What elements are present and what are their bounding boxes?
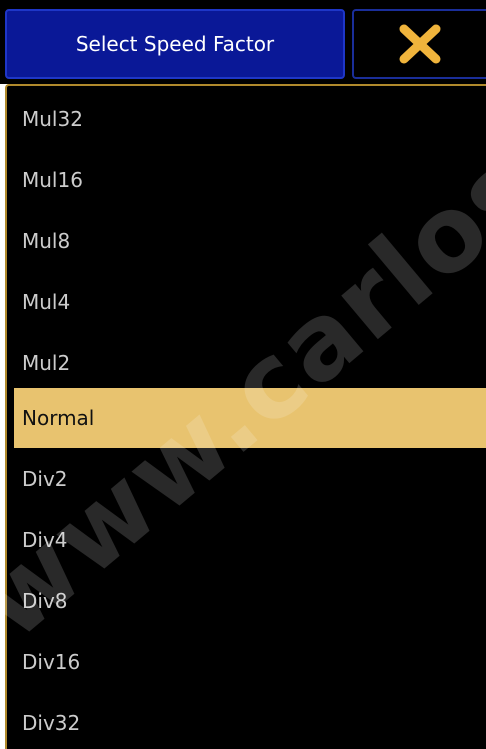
list-item-label: Div4 [22,528,68,552]
list-item-label: Normal [22,406,95,430]
list-item-mul4[interactable]: Mul4 [14,272,486,332]
speed-factor-list: Mul32 Mul16 Mul8 Mul4 Mul2 Normal Div2 D… [5,84,486,749]
dialog-title-label: Select Speed Factor [75,32,275,56]
list-item-div16[interactable]: Div16 [14,632,486,692]
list-item-mul2[interactable]: Mul2 [14,333,486,393]
list-item-div2[interactable]: Div2 [14,449,486,509]
list-item-label: Div2 [22,467,68,491]
dialog-title: Select Speed Factor [5,9,345,79]
list-item-label: Div8 [22,589,68,613]
list-item-label: Div32 [22,711,81,735]
list-item-normal[interactable]: Normal [14,388,486,448]
list-item-label: Mul16 [22,168,83,192]
list-item-mul8[interactable]: Mul8 [14,211,486,271]
dialog-header: Select Speed Factor [0,0,486,84]
list-item-div8[interactable]: Div8 [14,571,486,631]
list-item-div4[interactable]: Div4 [14,510,486,570]
list-item-div32[interactable]: Div32 [14,693,486,749]
list-item-label: Mul2 [22,351,71,375]
list-item-label: Mul4 [22,290,71,314]
list-item-label: Mul8 [22,229,71,253]
list-item-mul16[interactable]: Mul16 [14,150,486,210]
list-item-mul32[interactable]: Mul32 [14,89,486,149]
list-item-label: Mul32 [22,107,83,131]
list-item-label: Div16 [22,650,81,674]
close-button[interactable] [352,9,486,79]
close-icon [399,24,441,64]
